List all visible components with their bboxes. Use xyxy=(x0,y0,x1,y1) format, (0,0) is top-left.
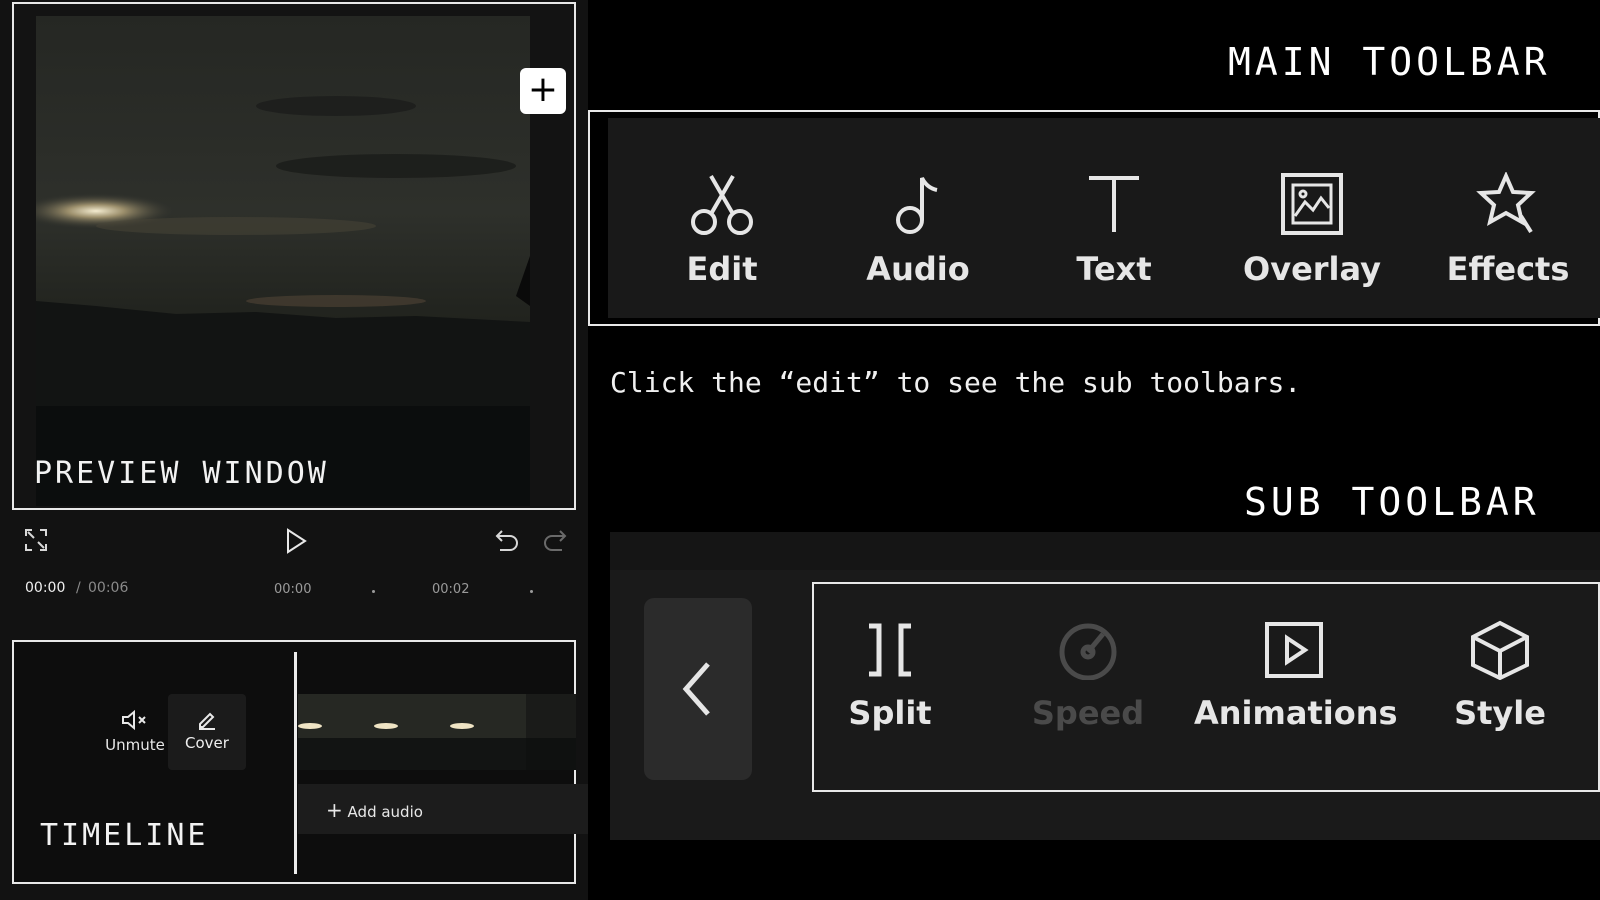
preview-window-label: PREVIEW WINDOW xyxy=(34,456,329,491)
ruler-dot xyxy=(372,590,375,593)
tool-label: Speed xyxy=(1031,694,1145,732)
clip-thumbnail xyxy=(526,694,576,770)
tool-overlay[interactable]: Overlay xyxy=(1232,172,1392,288)
tool-label: Style xyxy=(1454,694,1546,732)
subtool-style[interactable]: Style xyxy=(1400,620,1600,732)
time-ruler: 00:00 / 00:06 00:00 00:02 xyxy=(0,570,588,614)
subtool-split[interactable]: Split xyxy=(790,620,990,732)
sub-toolbar-heading: SUB TOOLBAR xyxy=(1244,480,1540,524)
instruction-text: Click the “edit” to see the sub toolbars… xyxy=(610,366,1302,399)
plus-icon: + xyxy=(326,798,343,822)
split-icon xyxy=(869,623,911,677)
subtool-animations[interactable]: Animations xyxy=(1194,620,1398,732)
ruler-tick-label: 00:00 xyxy=(274,582,312,597)
tool-text[interactable]: Text xyxy=(1034,172,1194,288)
current-time: 00:00 xyxy=(25,580,66,596)
tool-edit[interactable]: Edit xyxy=(642,172,802,288)
preview-video-frame[interactable] xyxy=(36,16,530,506)
timeline-label: TIMELINE xyxy=(40,818,209,853)
tool-label: Text xyxy=(1076,250,1152,288)
image-icon xyxy=(1281,173,1343,235)
play-frame-icon xyxy=(1265,622,1323,678)
tool-label: Split xyxy=(848,694,932,732)
pencil-icon xyxy=(199,712,215,730)
fullscreen-icon[interactable] xyxy=(24,528,48,556)
add-clip-button[interactable]: + xyxy=(520,68,566,114)
undo-icon[interactable] xyxy=(494,528,520,556)
chevron-left-icon xyxy=(682,662,710,716)
back-button[interactable] xyxy=(644,598,752,780)
total-time: 00:06 xyxy=(88,580,129,596)
tool-label: Overlay xyxy=(1243,250,1381,288)
tool-audio[interactable]: Audio xyxy=(838,172,998,288)
text-icon xyxy=(1089,176,1139,232)
star-wand-icon xyxy=(1476,172,1536,234)
speaker-muted-icon xyxy=(122,709,146,731)
cube-icon xyxy=(1471,620,1529,680)
add-audio-button[interactable]: + Add audio xyxy=(326,798,423,822)
ruler-tick-label: 00:02 xyxy=(432,582,470,597)
play-icon[interactable] xyxy=(284,528,308,558)
unmute-label: Unmute xyxy=(105,736,165,754)
clip-thumbnail xyxy=(298,694,374,770)
cover-label: Cover xyxy=(185,734,229,752)
tool-label: Effects xyxy=(1446,250,1570,288)
tool-label: Audio xyxy=(866,250,970,288)
tool-effects[interactable]: Effects xyxy=(1428,172,1588,288)
timeline: Unmute Cover + Add audio TIMELINE xyxy=(12,640,588,884)
unmute-button[interactable]: Unmute xyxy=(90,708,180,754)
clip-thumbnail xyxy=(450,694,526,770)
cover-button[interactable]: Cover xyxy=(168,694,246,770)
time-separator: / xyxy=(76,580,81,596)
subtool-speed: Speed xyxy=(988,620,1188,732)
tool-label: Animations xyxy=(1194,694,1398,732)
music-note-icon xyxy=(896,177,938,234)
scissors-icon xyxy=(691,174,753,235)
ruler-dot xyxy=(530,590,533,593)
clip-thumbnail xyxy=(374,694,450,770)
video-clip-track[interactable] xyxy=(298,694,576,770)
speedometer-icon xyxy=(1059,623,1117,680)
playhead[interactable] xyxy=(294,652,297,874)
redo-icon[interactable] xyxy=(542,528,568,556)
playback-controls xyxy=(0,514,588,568)
tool-label: Edit xyxy=(686,250,758,288)
add-audio-label: Add audio xyxy=(347,803,423,821)
main-toolbar-heading: MAIN TOOLBAR xyxy=(1228,40,1551,84)
